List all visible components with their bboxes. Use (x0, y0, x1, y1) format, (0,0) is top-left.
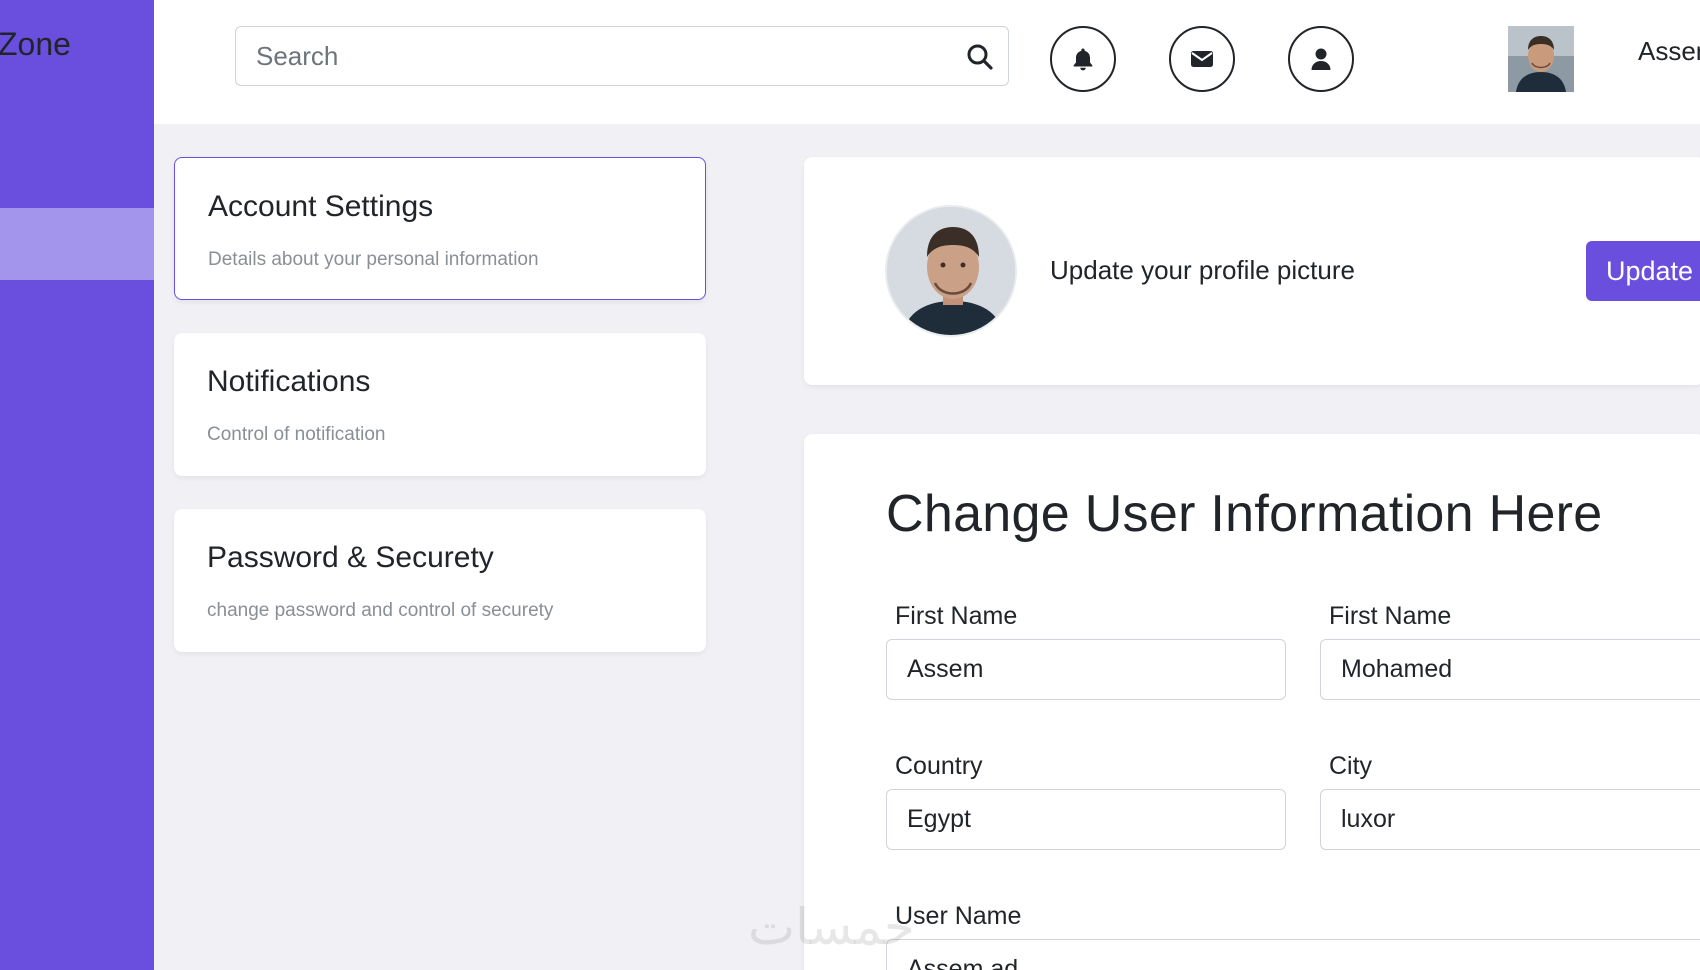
settings-card-title: Password & Securety (207, 541, 494, 574)
settings-card-description: change password and control of securety (207, 600, 554, 621)
profile-picture-text: Update your profile picture (1050, 255, 1355, 285)
envelope-icon (1191, 51, 1213, 67)
city-field[interactable] (1320, 789, 1700, 850)
city-label: City (1329, 752, 1373, 780)
user-name-field[interactable] (886, 939, 1700, 970)
first-name-label: First Name (895, 602, 1018, 630)
sidebar-active-item[interactable] (0, 208, 154, 280)
country-field[interactable] (886, 789, 1286, 850)
search-box (235, 26, 1009, 86)
user-info-card: Change User Information Here First Name … (804, 434, 1700, 970)
settings-card-account[interactable]: Account Settings Details about your pers… (174, 157, 706, 300)
settings-card-title: Notifications (207, 365, 371, 398)
brand-logo-text: Zone (0, 26, 71, 62)
update-picture-button[interactable]: Update (1586, 241, 1700, 301)
profile-avatar (885, 205, 1017, 337)
user-avatar[interactable] (1508, 26, 1574, 92)
user-icon (1311, 48, 1331, 70)
settings-card-notifications[interactable]: Notifications Control of notification (174, 333, 706, 476)
search-input[interactable] (236, 27, 936, 85)
settings-card-title: Account Settings (208, 190, 434, 223)
top-bar: Asser (154, 0, 1700, 124)
last-name-field[interactable] (1320, 639, 1700, 700)
profile-button[interactable] (1288, 26, 1354, 92)
messages-button[interactable] (1169, 26, 1235, 92)
bell-icon (1073, 48, 1093, 71)
first-name-field[interactable] (886, 639, 1286, 700)
watermark: خمسات (748, 898, 915, 956)
country-label: Country (895, 752, 983, 780)
user-info-heading: Change User Information Here (886, 485, 1603, 543)
settings-card-description: Details about your personal information (208, 249, 539, 270)
settings-card-description: Control of notification (207, 424, 386, 445)
user-name[interactable]: Asser (1638, 36, 1700, 67)
settings-card-security[interactable]: Password & Securety change password and … (174, 509, 706, 652)
notifications-button[interactable] (1050, 26, 1116, 92)
sidebar: Zone (0, 0, 154, 970)
last-name-label: First Name (1329, 602, 1452, 630)
search-icon[interactable] (966, 43, 994, 71)
profile-picture-card: Update your profile picture Update (804, 157, 1700, 385)
